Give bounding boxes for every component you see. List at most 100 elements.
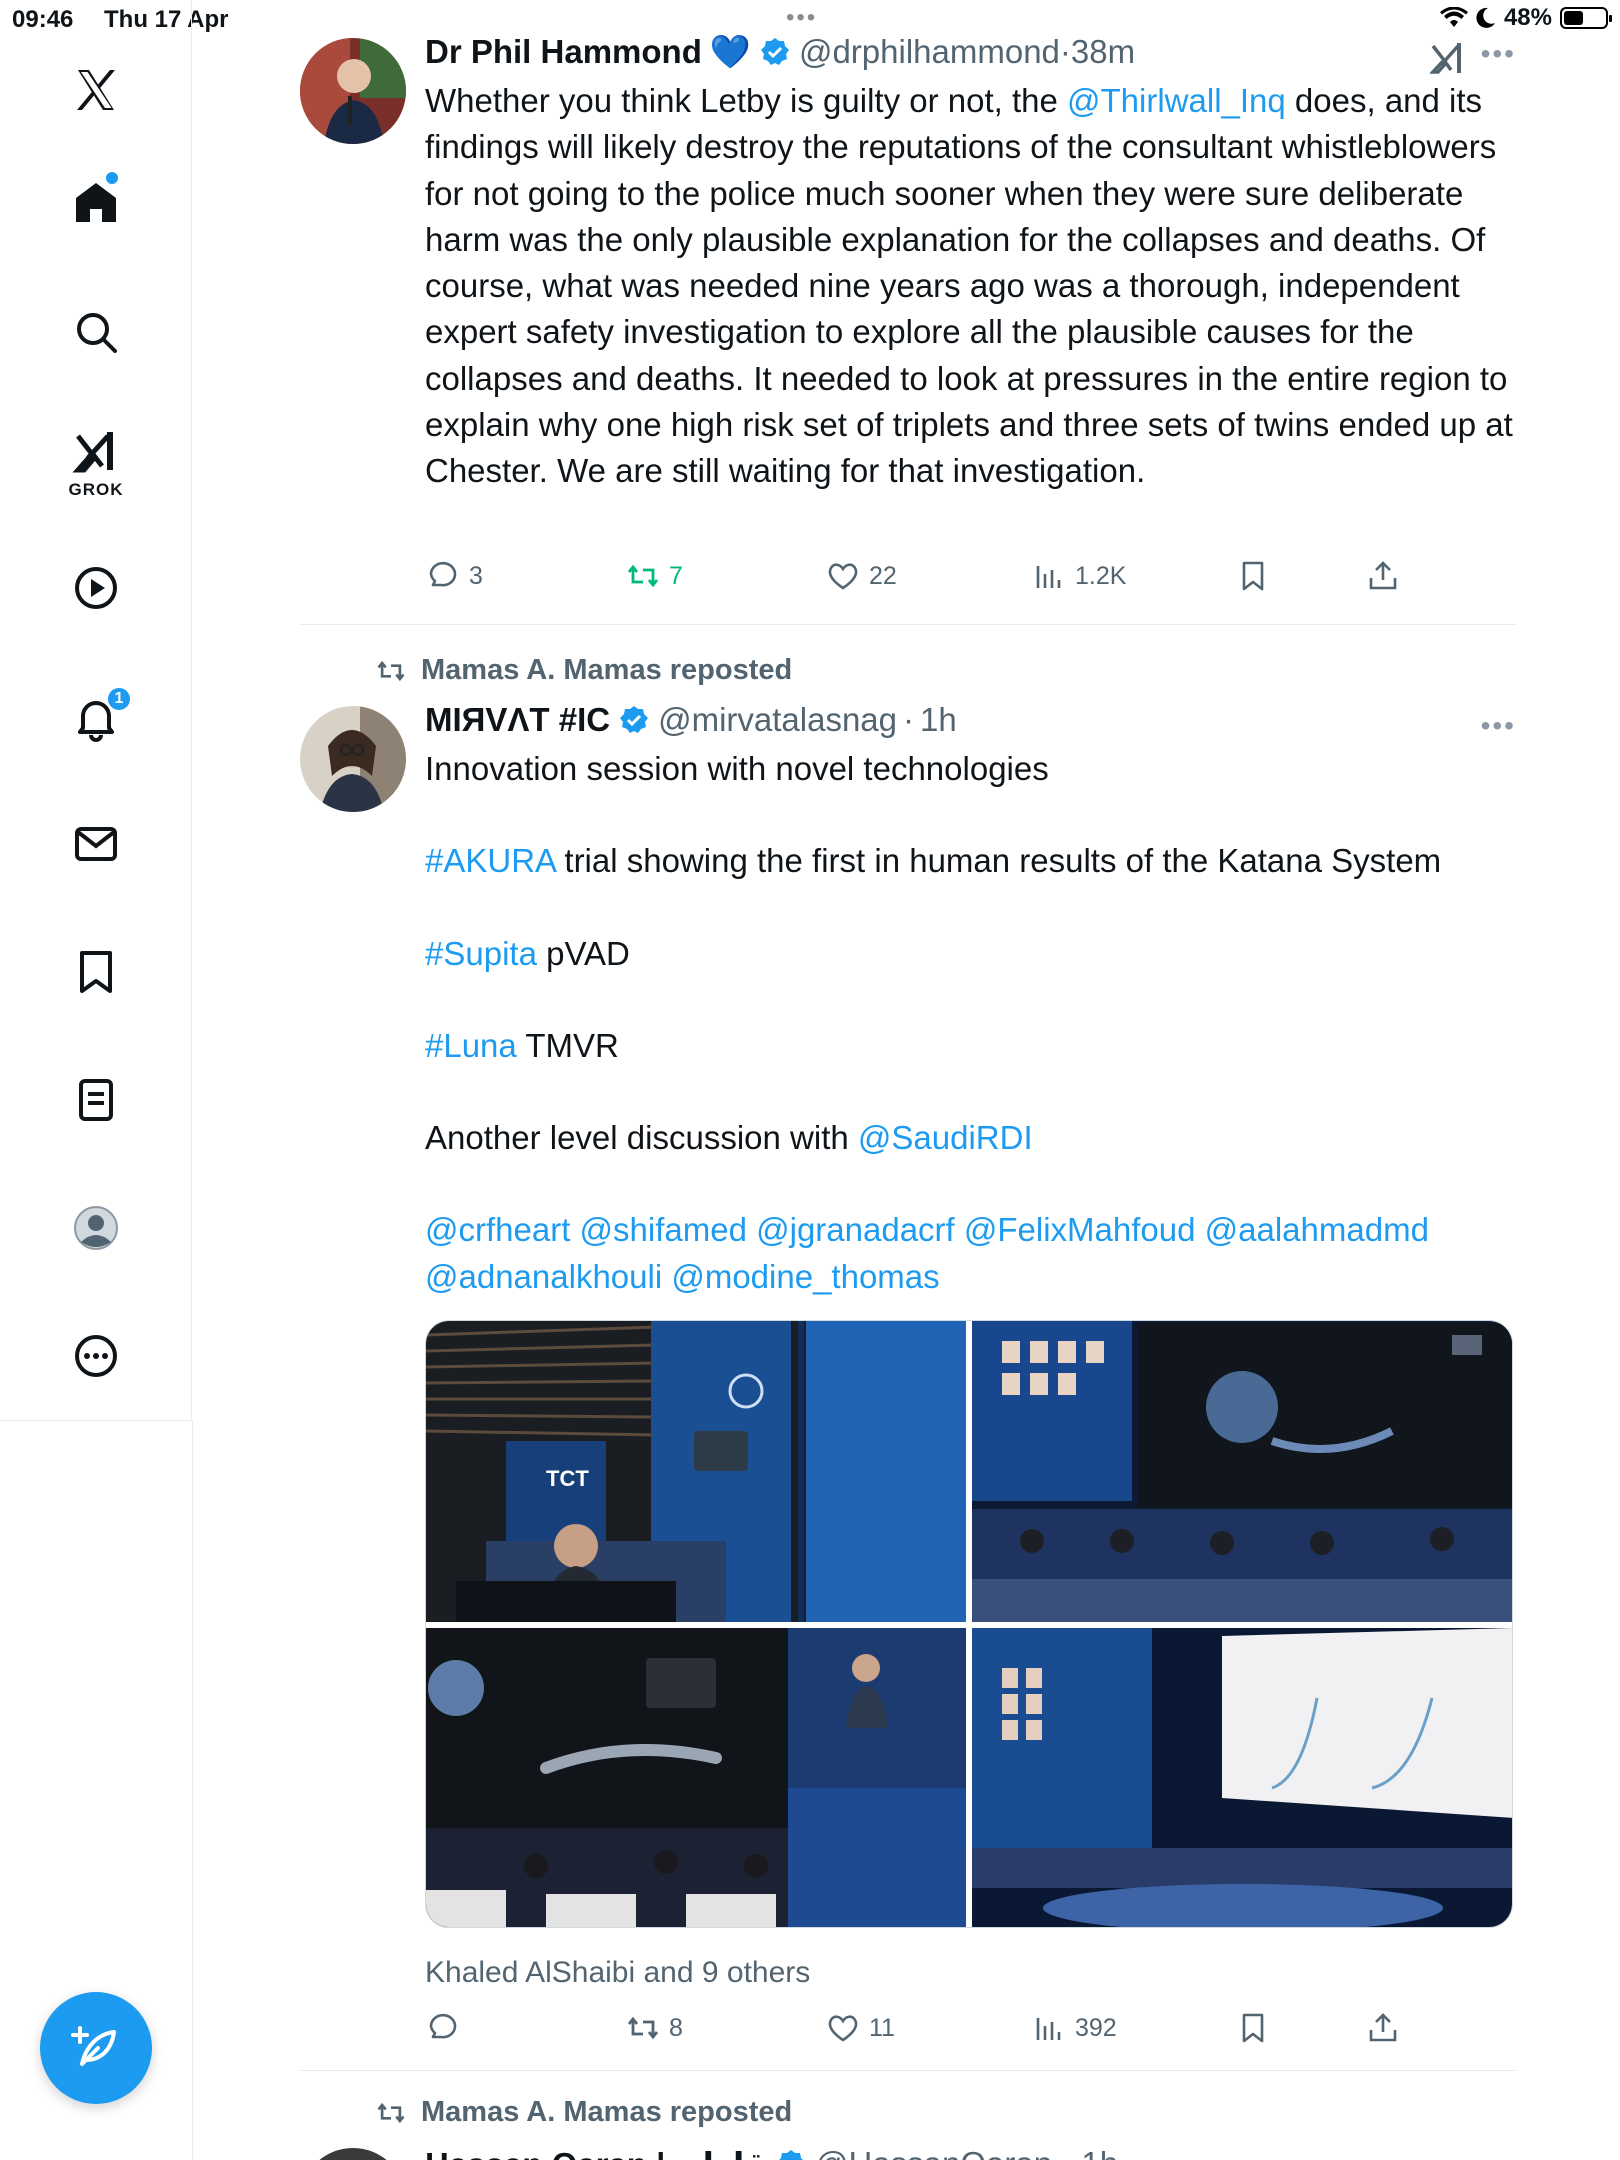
profile-avatar-icon[interactable] xyxy=(56,1188,136,1268)
reply-button[interactable]: 3 xyxy=(425,558,483,594)
views-button[interactable]: 1.2K xyxy=(1031,558,1126,594)
views-button[interactable]: 392 xyxy=(1031,2010,1117,2046)
views-bar-chart-icon xyxy=(1036,2018,1061,2040)
tweet-text-part: pVAD xyxy=(536,934,630,972)
bookmarks-icon[interactable] xyxy=(56,932,136,1012)
repost-context[interactable]: Mamas A. Mamas reposted xyxy=(375,2096,792,2129)
author-name[interactable]: MIЯVΛT #IC xyxy=(425,701,610,739)
sidebar-divider xyxy=(0,1420,192,1421)
bookmark-button[interactable] xyxy=(1235,2010,1271,2046)
verified-badge-icon xyxy=(779,2150,803,2160)
share-upload-icon xyxy=(1369,2013,1397,2042)
mention-link[interactable]: @Thirlwall_Inq xyxy=(1067,82,1286,119)
verified-badge-icon xyxy=(620,706,649,733)
views-count: 392 xyxy=(1075,2013,1117,2042)
tweet-mirvatalasnag[interactable]: Mamas A. Mamas reposted MIЯVΛT #IC @mirv… xyxy=(300,640,1516,2066)
compose-feather-icon xyxy=(71,2026,116,2066)
messages-envelope-icon[interactable] xyxy=(56,804,136,884)
views-bar-chart-icon xyxy=(1036,566,1061,588)
repost-button[interactable]: 8 xyxy=(625,2010,683,2046)
bookmark-icon xyxy=(1242,561,1264,591)
notifications-badge: 1 xyxy=(106,686,132,712)
dot-separator: · xyxy=(903,701,915,738)
more-options-dots-icon[interactable]: ••• xyxy=(1481,38,1516,70)
bookmark-button[interactable] xyxy=(1235,558,1271,594)
like-button[interactable]: 22 xyxy=(825,558,897,594)
battery-icon xyxy=(1560,7,1612,29)
mentions-line[interactable]: @crfheart @shifamed @jgranadacrf @FelixM… xyxy=(425,1207,1515,1253)
media-photo-panel-stage[interactable] xyxy=(972,1321,1512,1622)
heart-icon xyxy=(828,2015,858,2042)
home-icon[interactable] xyxy=(56,162,136,242)
share-button[interactable] xyxy=(1365,2010,1401,2046)
hashtag-luna[interactable]: #Luna xyxy=(425,1027,517,1064)
video-play-icon[interactable] xyxy=(56,548,136,628)
tweet-hassanqaran[interactable]: Mamas A. Mamas reposted Hassan Qaran | ق… xyxy=(300,2078,1516,2160)
repost-arrows-icon xyxy=(377,660,405,681)
media-photo-katana-slide[interactable] xyxy=(426,1628,966,1927)
tweet-text-part: does, and its findings will likely destr… xyxy=(425,82,1513,490)
tweet-line: #AKURA trial showing the first in human … xyxy=(425,838,1515,884)
reply-button[interactable] xyxy=(425,2010,469,2046)
tweet-line: #Supita pVAD xyxy=(425,931,1515,977)
avatar-mirvatalasnag[interactable] xyxy=(300,706,406,812)
sidebar-border xyxy=(192,1420,193,2160)
verified-badge-icon xyxy=(760,38,789,65)
tweet-drphilhammond[interactable]: Dr Phil Hammond 💙 @drphilhammond · 38m W… xyxy=(300,10,1516,628)
like-count: 22 xyxy=(869,561,897,590)
x-logo-icon[interactable] xyxy=(56,50,136,130)
author-name[interactable]: Dr Phil Hammond xyxy=(425,33,702,71)
mentions-line[interactable]: @adnanalkhouli @modine_thomas xyxy=(425,1254,1515,1300)
tweet-line: Innovation session with novel technologi… xyxy=(425,750,1049,787)
tweet-divider xyxy=(300,2070,1516,2071)
home-unread-dot xyxy=(106,172,118,184)
media-photo-pe-mortality-slide[interactable] xyxy=(972,1628,1512,1927)
tweet-line: Another level discussion with @SaudiRDI xyxy=(425,1115,1515,1161)
tweet-text-part: trial showing the first in human results… xyxy=(555,842,1442,880)
share-button[interactable] xyxy=(1365,558,1401,594)
media-photo-speaker-podium[interactable]: TCT xyxy=(426,1321,966,1622)
tweet-text-part: Whether you think Letby is guilty or not… xyxy=(425,82,1068,119)
repost-count: 8 xyxy=(669,2013,683,2042)
avatar-drphilhammond[interactable] xyxy=(300,38,406,144)
liked-by-summary[interactable]: Khaled AlShaibi and 9 others xyxy=(425,1956,810,1990)
search-icon[interactable] xyxy=(56,292,136,372)
like-count: 11 xyxy=(869,2013,895,2042)
author-handle[interactable]: @mirvatalasnag xyxy=(658,701,897,739)
mention-link[interactable]: @SaudiRDI xyxy=(858,1119,1033,1156)
repost-count: 7 xyxy=(669,561,683,590)
tweet-text-part: Another level discussion with xyxy=(425,1119,858,1157)
share-upload-icon xyxy=(1369,561,1397,590)
reply-bubble-icon xyxy=(429,561,457,587)
tweet-text-part: TMVR xyxy=(516,1026,619,1064)
compose-post-button[interactable] xyxy=(40,1992,152,2104)
post-time[interactable]: 38m xyxy=(1071,33,1135,71)
grok-explain-icon[interactable] xyxy=(1430,40,1466,76)
more-options-dots-icon[interactable]: ••• xyxy=(1481,710,1516,742)
author-handle[interactable]: @HassanQaran · 1h xyxy=(815,2145,1118,2160)
repost-arrows-icon xyxy=(377,2102,405,2123)
post-time[interactable]: 1h xyxy=(920,701,957,739)
dot-separator: · xyxy=(1059,33,1071,70)
repost-button[interactable]: 7 xyxy=(625,558,683,594)
author-name[interactable]: Hassan Qaran | قاران xyxy=(425,2145,767,2160)
hashtag-supita[interactable]: #Supita xyxy=(425,935,537,972)
views-count: 1.2K xyxy=(1075,561,1127,590)
repost-arrows-icon xyxy=(627,2016,659,2040)
repost-arrows-icon xyxy=(627,564,659,588)
reposted-by-label: Mamas A. Mamas reposted xyxy=(421,654,793,686)
like-button[interactable]: 11 xyxy=(825,2010,895,2046)
blue-heart-emoji: 💙 xyxy=(709,32,751,70)
avatar-hassanqaran[interactable] xyxy=(300,2148,406,2160)
repost-context[interactable]: Mamas A. Mamas reposted xyxy=(375,654,792,687)
bookmark-icon xyxy=(1242,2013,1264,2043)
lists-icon[interactable] xyxy=(56,1060,136,1140)
tweet-text: Innovation session with novel technologi… xyxy=(425,746,1515,1300)
tweet-line: #Luna TMVR xyxy=(425,1023,1515,1069)
hashtag-akura[interactable]: #AKURA xyxy=(425,842,555,879)
more-options-icon[interactable] xyxy=(56,1316,136,1396)
grok-label: GROK xyxy=(68,480,124,499)
reply-bubble-icon xyxy=(429,2013,457,2039)
author-handle[interactable]: @drphilhammond xyxy=(799,33,1060,71)
tweet-text: Whether you think Letby is guilty or not… xyxy=(425,78,1515,495)
